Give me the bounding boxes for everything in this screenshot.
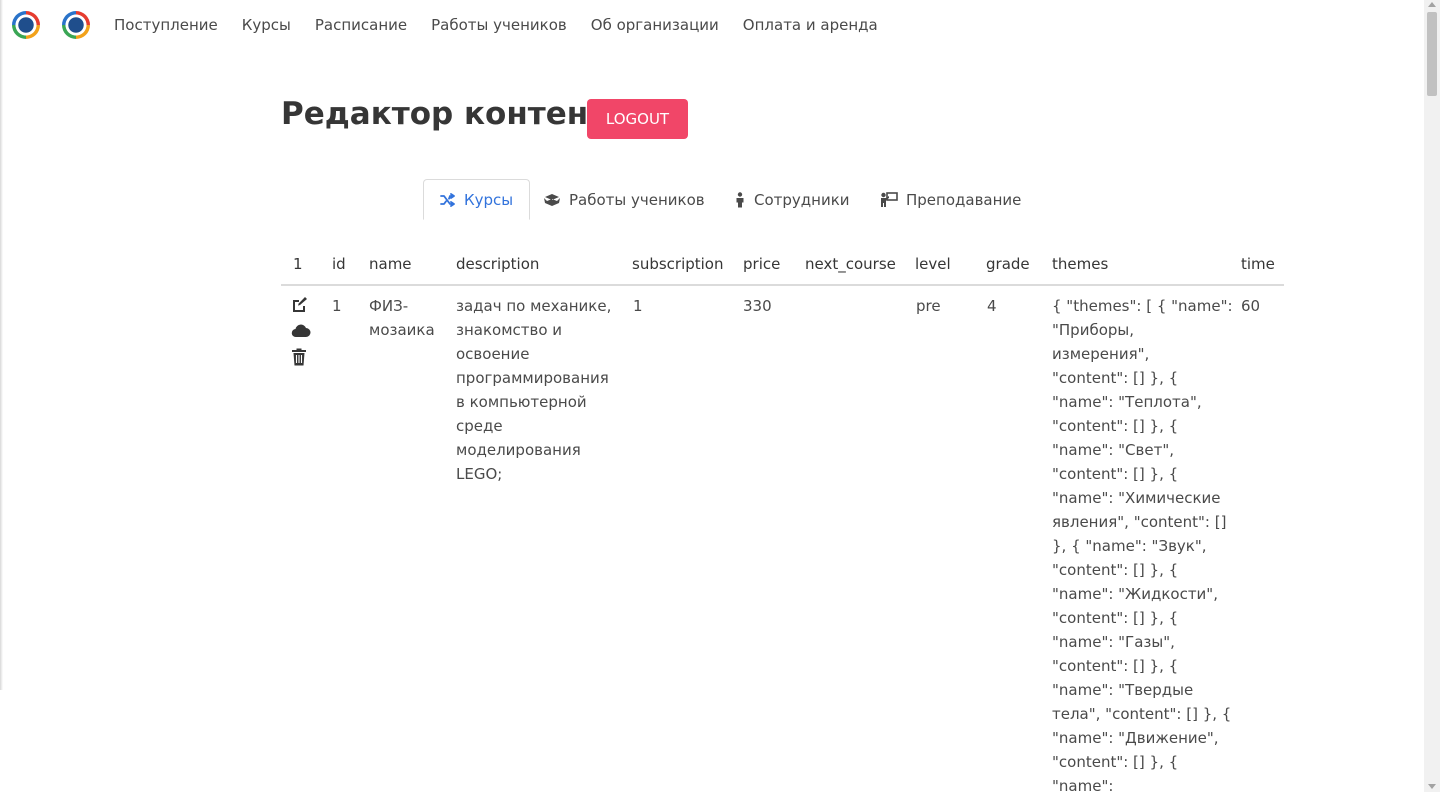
scroll-thumb[interactable] <box>1427 12 1437 96</box>
content-tabs: Курсы Работы учеников Сотрудники Препода… <box>281 179 1284 220</box>
cell-line: задач по механике, <box>456 297 612 315</box>
edit-icon[interactable] <box>291 296 311 317</box>
tab-label: Преподавание <box>906 190 1022 209</box>
teacher-icon <box>880 191 898 208</box>
cell-grade: 4 <box>987 297 997 315</box>
column-header-index: 1 <box>293 255 303 273</box>
nav-item-admission[interactable]: Поступление <box>114 16 218 34</box>
logout-button[interactable]: LOGOUT <box>587 99 688 139</box>
column-header-themes: themes <box>1052 255 1109 273</box>
tab-label: Работы учеников <box>569 190 705 209</box>
nav-item-about[interactable]: Об организации <box>591 16 719 34</box>
tab-label: Курсы <box>464 190 514 209</box>
cell-line: измерения", <box>1052 345 1150 363</box>
cell-line: освоение <box>456 345 530 363</box>
cell-time: 60 <box>1241 297 1261 315</box>
column-header-time: time <box>1241 255 1275 273</box>
row-actions <box>291 296 311 376</box>
column-header-level: level <box>915 255 951 273</box>
cell-line: "content": [] }, { <box>1052 657 1179 675</box>
cell-line: "content": [] }, { <box>1052 465 1179 483</box>
mezon-logo-icon[interactable] <box>12 11 40 39</box>
cell-line: "name": "Химические <box>1052 489 1221 507</box>
page-scrollbar[interactable] <box>1424 0 1440 792</box>
cloud-icon[interactable] <box>291 323 311 342</box>
nav-item-student-works[interactable]: Работы учеников <box>431 16 567 34</box>
tab-courses[interactable]: Курсы <box>423 179 531 220</box>
cell-line: "content": [] }, { <box>1052 369 1179 387</box>
cell-line: "content": [] }, { <box>1052 561 1179 579</box>
table-header-row: 1 id name description subscription price… <box>281 246 1284 286</box>
cell-line: "content": [] }, { <box>1052 753 1179 771</box>
cell-description: задач по механике, знакомство и освоение… <box>456 294 616 486</box>
scroll-up-arrow-icon[interactable] <box>1428 2 1436 7</box>
cell-line: LEGO; <box>456 465 503 483</box>
cell-line: знакомство и <box>456 321 563 339</box>
cell-line: программирования <box>456 369 609 387</box>
cell-line: "name": "Газы", <box>1052 633 1175 651</box>
column-header-id: id <box>332 255 346 273</box>
column-header-name: name <box>369 255 412 273</box>
cell-line: среде <box>456 417 503 435</box>
cell-id: 1 <box>332 297 342 315</box>
mezon-logo-secondary-icon[interactable] <box>62 11 90 39</box>
cell-line: мозаика <box>369 321 435 339</box>
cell-line: { "themes": [ { "name": <box>1052 297 1233 315</box>
cell-subscription: 1 <box>633 297 643 315</box>
person-icon <box>734 191 746 208</box>
column-header-subscription: subscription <box>632 255 724 273</box>
nav-item-courses[interactable]: Курсы <box>242 16 291 34</box>
cell-line: "name": "Жидкости", <box>1052 585 1218 603</box>
cell-line: в компьютерной <box>456 393 587 411</box>
scroll-down-arrow-icon[interactable] <box>1428 784 1436 789</box>
top-navbar: Поступление Курсы Расписание Работы учен… <box>0 0 1424 50</box>
page-title: Редактор контента <box>281 96 628 132</box>
tab-label: Сотрудники <box>754 190 850 209</box>
cell-line: тела", "content": [] }, { <box>1052 705 1232 723</box>
cell-line: "name": "Твердые <box>1052 681 1194 699</box>
shuffle-icon <box>440 192 456 207</box>
cell-line: "name": <box>1052 777 1114 792</box>
cell-line: моделирования <box>456 441 581 459</box>
box-open-icon <box>543 193 561 207</box>
cell-line: явления", "content": [] <box>1052 513 1227 531</box>
nav-item-payment[interactable]: Оплата и аренда <box>743 16 878 34</box>
nav-item-schedule[interactable]: Расписание <box>315 16 407 34</box>
trash-icon[interactable] <box>291 348 311 370</box>
cell-price: 330 <box>743 297 772 315</box>
cell-name: ФИЗ- мозаика <box>369 294 449 342</box>
cell-line: ФИЗ- <box>369 297 409 315</box>
cell-line: "Приборы, <box>1052 321 1135 339</box>
cell-line: }, { "name": "Звук", <box>1052 537 1207 555</box>
cell-level: pre <box>916 297 941 315</box>
column-header-next-course: next_course <box>805 255 896 273</box>
tab-student-works[interactable]: Работы учеников <box>543 179 705 220</box>
tab-staff[interactable]: Сотрудники <box>734 179 850 220</box>
cell-line: "name": "Теплота", <box>1052 393 1202 411</box>
column-header-price: price <box>743 255 781 273</box>
nav-menu: Поступление Курсы Расписание Работы учен… <box>114 0 902 50</box>
column-header-description: description <box>456 255 540 273</box>
page-edge-shadow <box>0 0 3 690</box>
cell-line: "name": "Движение", <box>1052 729 1219 747</box>
cell-themes: { "themes": [ { "name": "Приборы, измере… <box>1052 294 1233 792</box>
cell-line: "content": [] }, { <box>1052 417 1179 435</box>
cell-line: "content": [] }, { <box>1052 609 1179 627</box>
tab-teaching[interactable]: Преподавание <box>880 179 1021 220</box>
column-header-grade: grade <box>986 255 1030 273</box>
cell-line: "name": "Свет", <box>1052 441 1175 459</box>
